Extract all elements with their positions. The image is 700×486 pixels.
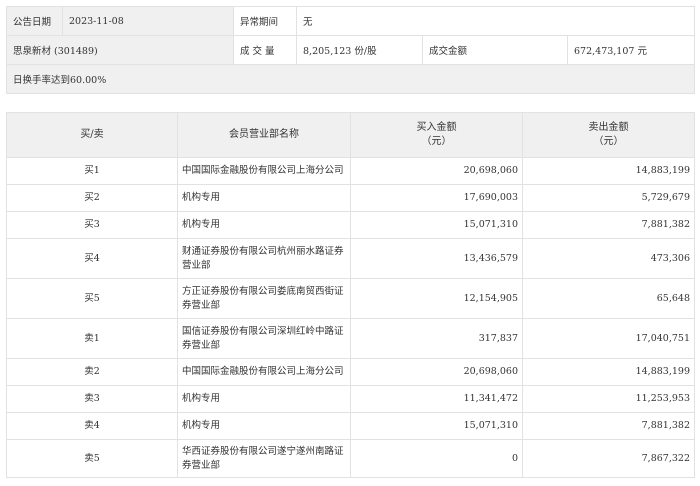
header-buy-amount: 买入金额 （元） bbox=[350, 112, 523, 158]
table-row: 买2 机构专用 17,690,003 5,729,679 bbox=[6, 184, 695, 212]
info-row-date: 公告日期 2023-11-08 异常期间 无 bbox=[6, 6, 696, 36]
side-cell: 卖1 bbox=[6, 318, 178, 359]
buy-amount-cell: 20,698,060 bbox=[350, 157, 523, 185]
side-cell: 买5 bbox=[6, 278, 178, 319]
table-row: 卖3 机构专用 11,341,472 11,253,953 bbox=[6, 385, 695, 413]
buy-amount-cell: 20,698,060 bbox=[350, 358, 523, 386]
side-cell: 卖4 bbox=[6, 412, 178, 440]
table-row: 卖2 中国国际金融股份有限公司上海分公司 20,698,060 14,883,1… bbox=[6, 358, 695, 386]
header-buy-amount-title: 买入金额 bbox=[416, 122, 457, 133]
side-cell: 买4 bbox=[6, 238, 178, 279]
branch-name-cell: 机构专用 bbox=[177, 211, 351, 239]
sell-amount-cell: 17,040,751 bbox=[522, 318, 695, 359]
table-row: 卖5 华西证券股份有限公司遂宁遂州南路证券营业部 0 7,867,322 bbox=[6, 439, 695, 478]
sell-amount-cell: 7,881,382 bbox=[522, 211, 695, 239]
trading-branches-table: 买/卖 会员营业部名称 买入金额 （元） 卖出金额 （元） 买1 中国国际金融股… bbox=[6, 112, 695, 478]
listing-reason: 日换手率达到60.00% bbox=[5, 64, 696, 94]
info-row-reason: 日换手率达到60.00% bbox=[5, 64, 696, 94]
buy-amount-cell: 11,341,472 bbox=[350, 385, 523, 413]
announcement-date-value: 2023-11-08 bbox=[62, 6, 234, 36]
buy-amount-cell: 0 bbox=[350, 439, 523, 478]
buy-amount-cell: 15,071,310 bbox=[350, 211, 523, 239]
abnormal-period-value: 无 bbox=[295, 6, 696, 36]
branch-name-cell: 机构专用 bbox=[177, 184, 351, 212]
buy-amount-cell: 15,071,310 bbox=[350, 412, 523, 440]
abnormal-period-label: 异常期间 bbox=[233, 6, 297, 36]
table-row: 买4 财通证券股份有限公司杭州丽水路证券营业部 13,436,579 473,3… bbox=[6, 238, 695, 279]
stock-name: 思泉新材 (301489) bbox=[6, 35, 234, 65]
branch-name-cell: 方正证券股份有限公司娄底南贸西街证券营业部 bbox=[177, 278, 351, 319]
buy-amount-cell: 17,690,003 bbox=[350, 184, 523, 212]
side-cell: 买2 bbox=[6, 184, 178, 212]
table-header-row: 买/卖 会员营业部名称 买入金额 （元） 卖出金额 （元） bbox=[6, 112, 695, 158]
side-cell: 买1 bbox=[6, 157, 178, 185]
table-row: 买5 方正证券股份有限公司娄底南贸西街证券营业部 12,154,905 65,6… bbox=[6, 278, 695, 319]
sell-amount-cell: 5,729,679 bbox=[522, 184, 695, 212]
branch-name-cell: 华西证券股份有限公司遂宁遂州南路证券营业部 bbox=[177, 439, 351, 478]
table-row: 卖1 国信证券股份有限公司深圳红岭中路证券营业部 317,837 17,040,… bbox=[6, 318, 695, 359]
turnover-amount-value: 672,473,107 元 bbox=[566, 35, 696, 65]
header-side: 买/卖 bbox=[6, 112, 178, 158]
turnover-amount-label: 成交金额 bbox=[422, 35, 568, 65]
buy-amount-cell: 12,154,905 bbox=[350, 278, 523, 319]
volume-label: 成 交 量 bbox=[233, 35, 297, 65]
side-cell: 卖5 bbox=[6, 439, 178, 478]
header-sell-amount: 卖出金额 （元） bbox=[522, 112, 695, 158]
branch-name-cell: 中国国际金融股份有限公司上海分公司 bbox=[177, 358, 351, 386]
header-buy-amount-unit: （元） bbox=[421, 136, 452, 147]
stock-info-table: 公告日期 2023-11-08 异常期间 无 思泉新材 (301489) 成 交… bbox=[5, 6, 696, 94]
announcement-date-label: 公告日期 bbox=[6, 6, 63, 36]
side-cell: 卖3 bbox=[6, 385, 178, 413]
table-row: 卖4 机构专用 15,071,310 7,881,382 bbox=[6, 412, 695, 440]
header-sell-amount-title: 卖出金额 bbox=[588, 122, 629, 133]
buy-amount-cell: 13,436,579 bbox=[350, 238, 523, 279]
branch-name-cell: 财通证券股份有限公司杭州丽水路证券营业部 bbox=[177, 238, 351, 279]
sell-amount-cell: 14,883,199 bbox=[522, 358, 695, 386]
buy-amount-cell: 317,837 bbox=[350, 318, 523, 359]
table-row: 买1 中国国际金融股份有限公司上海分公司 20,698,060 14,883,1… bbox=[6, 157, 695, 185]
side-cell: 卖2 bbox=[6, 358, 178, 386]
sell-amount-cell: 7,881,382 bbox=[522, 412, 695, 440]
sell-amount-cell: 473,306 bbox=[522, 238, 695, 279]
table-row: 买3 机构专用 15,071,310 7,881,382 bbox=[6, 211, 695, 239]
sell-amount-cell: 65,648 bbox=[522, 278, 695, 319]
sell-amount-cell: 11,253,953 bbox=[522, 385, 695, 413]
header-branch-name: 会员营业部名称 bbox=[177, 112, 351, 158]
branch-name-cell: 中国国际金融股份有限公司上海分公司 bbox=[177, 157, 351, 185]
sell-amount-cell: 14,883,199 bbox=[522, 157, 695, 185]
branch-name-cell: 国信证券股份有限公司深圳红岭中路证券营业部 bbox=[177, 318, 351, 359]
info-row-trade: 思泉新材 (301489) 成 交 量 8,205,123 份/股 成交金额 6… bbox=[6, 35, 696, 65]
side-cell: 买3 bbox=[6, 211, 178, 239]
sell-amount-cell: 7,867,322 bbox=[522, 439, 695, 478]
header-sell-amount-unit: （元） bbox=[593, 136, 624, 147]
branch-name-cell: 机构专用 bbox=[177, 385, 351, 413]
volume-value: 8,205,123 份/股 bbox=[296, 35, 423, 65]
branch-name-cell: 机构专用 bbox=[177, 412, 351, 440]
